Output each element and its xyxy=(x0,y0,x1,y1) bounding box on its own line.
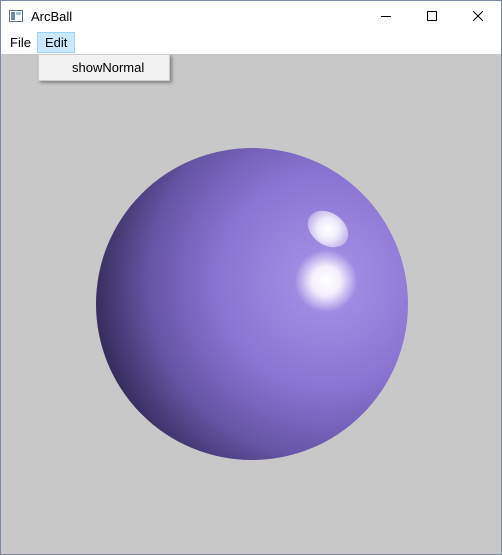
menu-bar: File Edit xyxy=(1,31,501,54)
app-icon xyxy=(9,9,23,22)
arcball-sphere[interactable] xyxy=(96,148,408,460)
arcball-canvas xyxy=(96,148,408,460)
close-button[interactable] xyxy=(455,1,501,31)
title-bar[interactable]: ArcBall xyxy=(1,1,501,31)
app-window: ArcBall File Edit showNormal xyxy=(0,0,502,555)
minimize-icon xyxy=(381,16,391,17)
window-title: ArcBall xyxy=(31,9,73,24)
opengl-viewport[interactable] xyxy=(1,54,501,554)
menu-item-shownormal[interactable]: showNormal xyxy=(39,55,169,80)
maximize-icon xyxy=(427,11,437,21)
minimize-button[interactable] xyxy=(363,1,409,31)
maximize-button[interactable] xyxy=(409,1,455,31)
edit-dropdown-menu: showNormal xyxy=(38,54,170,81)
close-icon xyxy=(473,11,483,21)
menu-edit[interactable]: Edit xyxy=(37,32,76,53)
menu-file[interactable]: File xyxy=(3,32,38,53)
